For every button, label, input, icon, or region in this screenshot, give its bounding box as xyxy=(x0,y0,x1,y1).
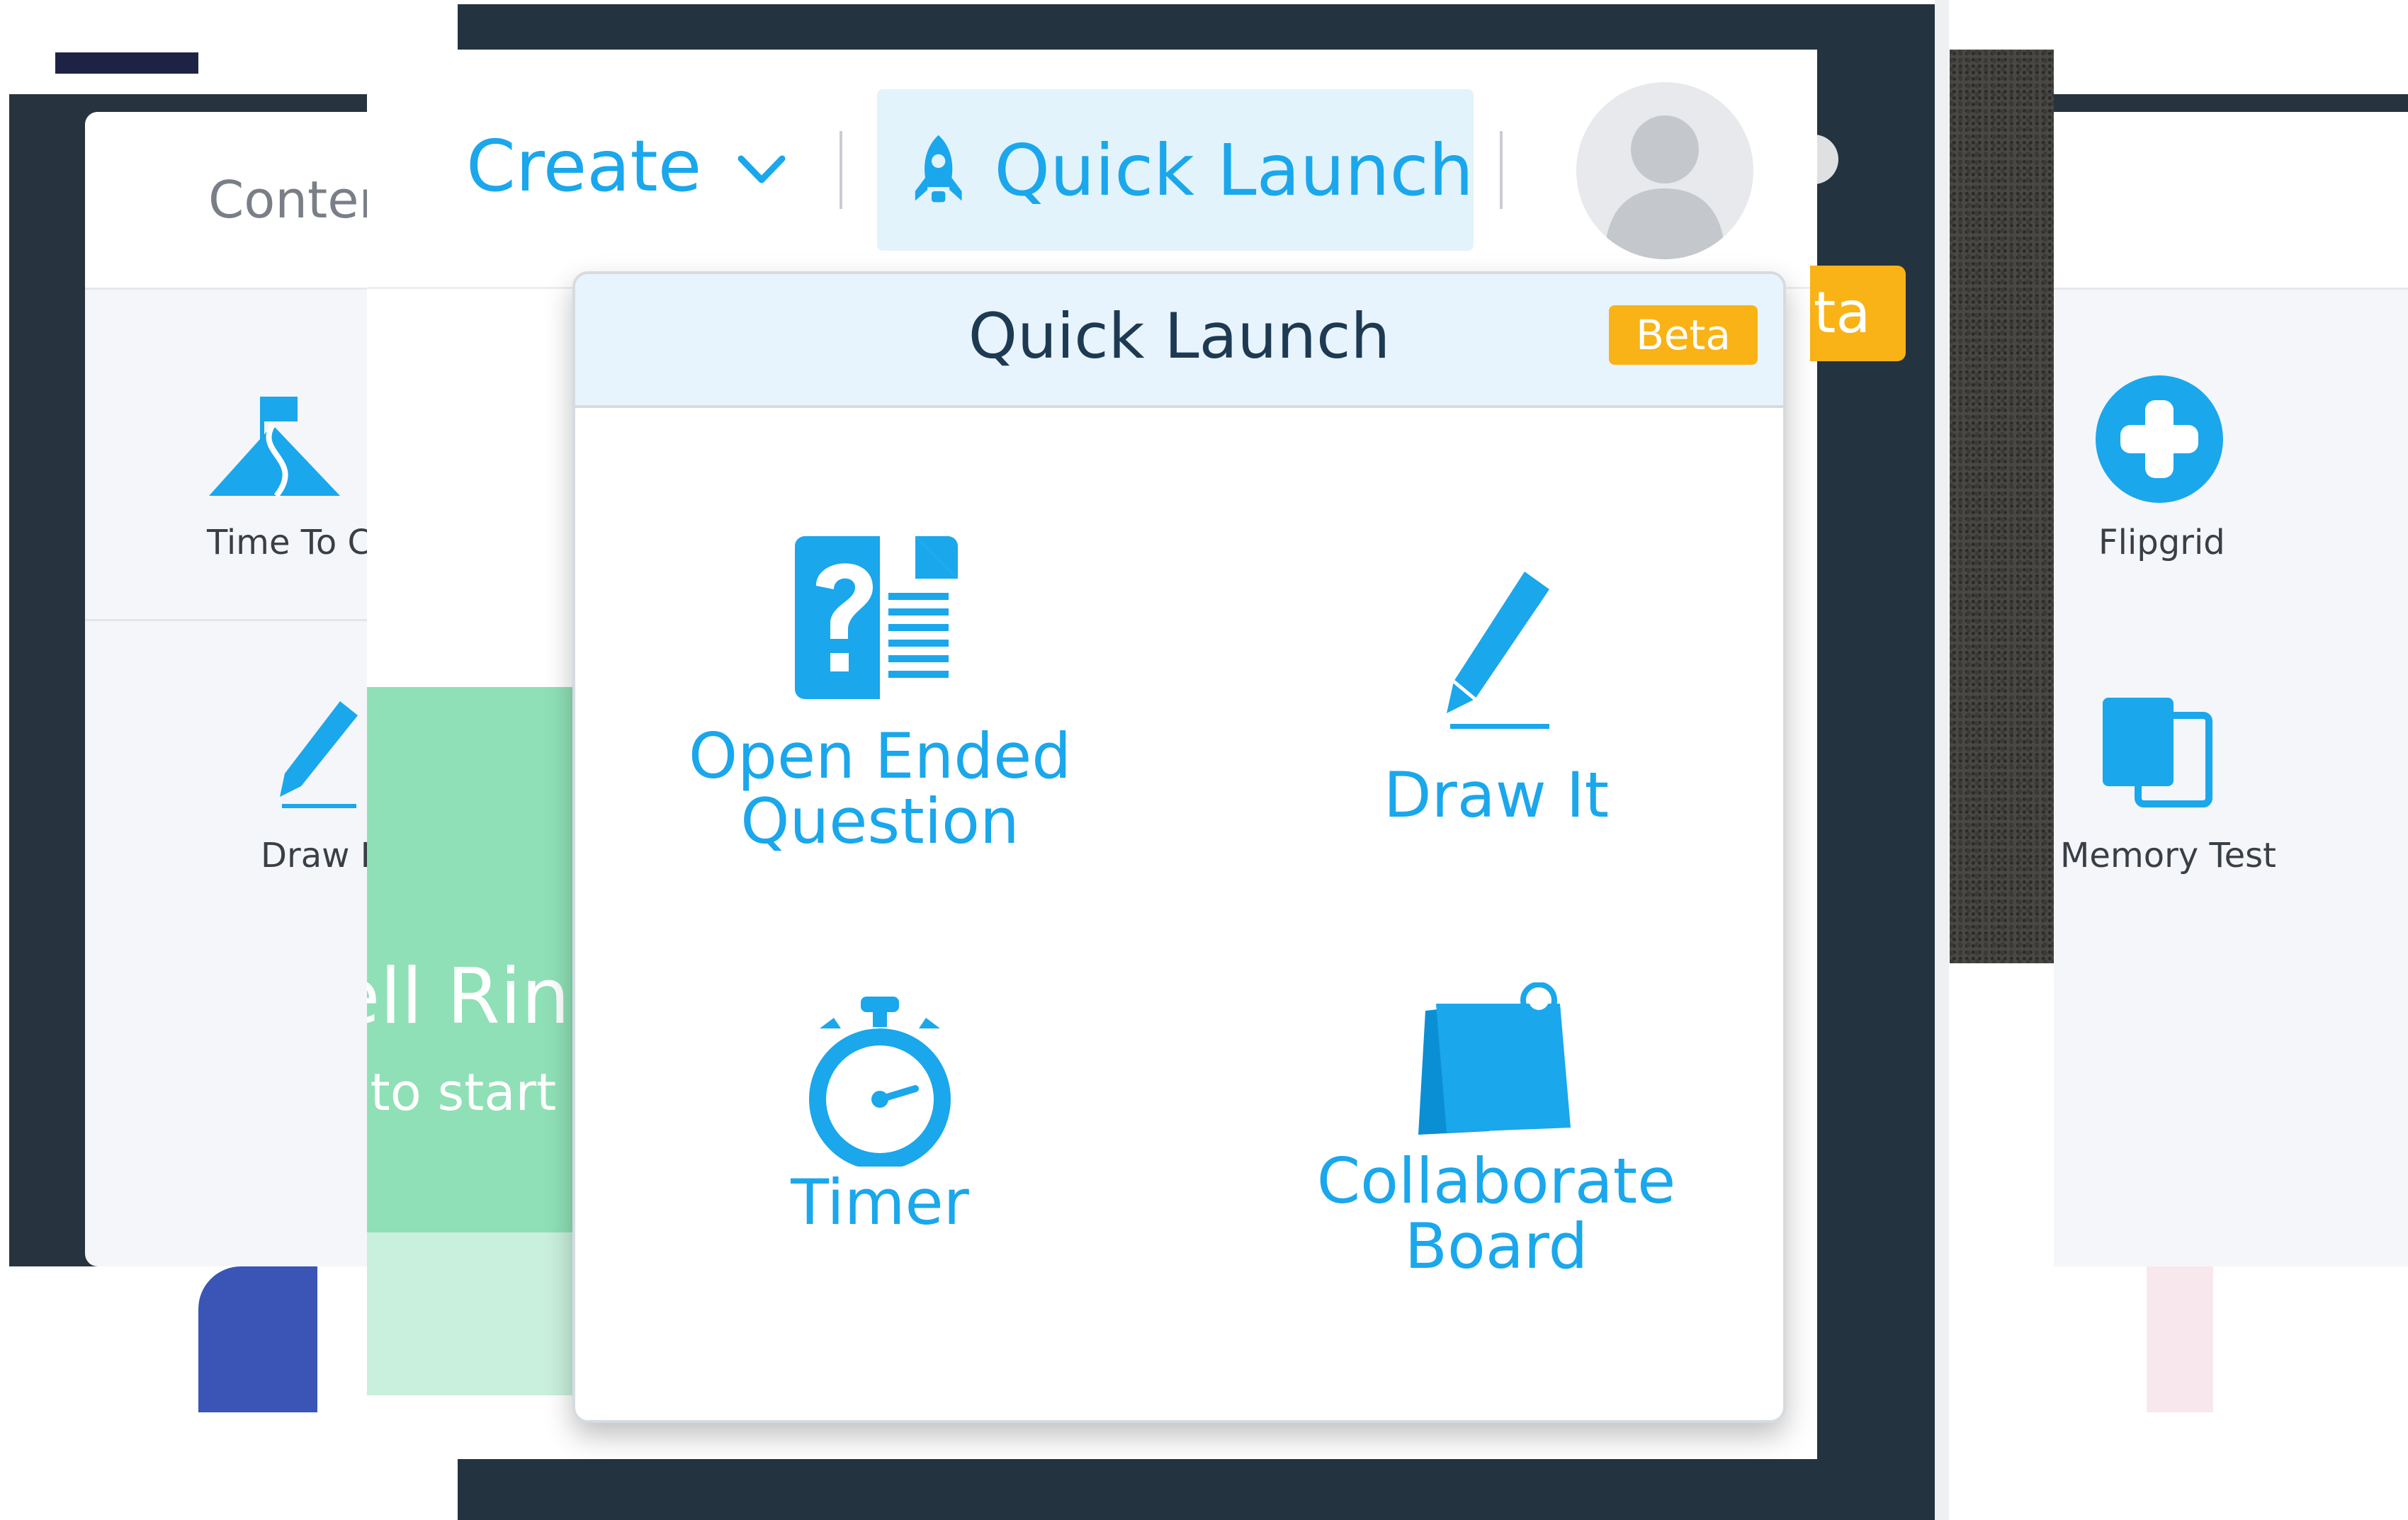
draw-it-label: Draw It xyxy=(1383,759,1610,832)
chevron-down-icon xyxy=(737,155,786,183)
flipgrid-tile[interactable] xyxy=(2096,375,2223,506)
user-icon xyxy=(1605,115,1725,259)
question-document-icon xyxy=(795,536,958,699)
collaborate-board-item[interactable]: Collaborate Board xyxy=(1284,982,1709,1279)
header-separator-2 xyxy=(1500,131,1503,209)
gray-strip xyxy=(1935,0,1949,1520)
pencil-icon xyxy=(1447,572,1549,729)
draw-it-item[interactable]: Draw It xyxy=(1355,572,1638,828)
bell-ringer-text-clip: ell Ring r to start xyxy=(367,687,572,1232)
pinned-board-icon xyxy=(1418,982,1571,1135)
collaborate-board-label: Collaborate Board xyxy=(1316,1145,1676,1283)
memory-test-label: Memory Test xyxy=(2060,836,2276,875)
bell-ringer-subtitle: r to start xyxy=(367,1062,557,1122)
dropdown-header: Quick Launch Beta xyxy=(575,274,1783,408)
header-separator xyxy=(840,131,842,209)
bell-ringer-card-footer xyxy=(367,1232,572,1395)
avatar[interactable] xyxy=(1576,82,1753,259)
pink-card-fragment xyxy=(2147,1266,2213,1412)
rocket-icon xyxy=(915,135,962,203)
left-draw-it-tile[interactable] xyxy=(269,694,368,817)
close-icon[interactable]: × xyxy=(2366,110,2408,208)
dropdown-title: Quick Launch xyxy=(968,300,1391,373)
timer-item[interactable]: Timer xyxy=(738,997,1022,1235)
flipgrid-label: Flipgrid xyxy=(2098,523,2225,562)
timer-label: Timer xyxy=(791,1166,969,1239)
cards-icon xyxy=(2103,698,2212,807)
ghost-circle xyxy=(1789,135,1838,184)
plus-circle-icon xyxy=(2096,375,2223,503)
quick-launch-label: Quick Launch xyxy=(994,128,1474,212)
memory-test-tile[interactable] xyxy=(2103,694,2216,817)
stopwatch-icon xyxy=(809,997,951,1167)
content-tab-label[interactable]: Conter xyxy=(208,170,380,229)
quick-launch-dropdown: Quick Launch Beta Open Ended Question Dr… xyxy=(572,271,1786,1423)
open-ended-question-label: Open Ended Question xyxy=(688,720,1072,858)
time-to-climb-tile[interactable] xyxy=(205,382,347,506)
texture-panel xyxy=(1950,50,2054,963)
right-card-header xyxy=(2054,112,2408,290)
time-to-climb-label: Time To Cl xyxy=(207,523,381,562)
mountain-flag-icon xyxy=(209,397,340,498)
top-navy-bar xyxy=(55,52,198,74)
pencil-icon xyxy=(280,701,358,808)
quick-launch-button[interactable]: Quick Launch xyxy=(877,89,1474,251)
create-label: Create xyxy=(466,125,702,208)
create-menu-button[interactable]: Create xyxy=(466,125,786,208)
blue-card-fragment xyxy=(198,1266,317,1412)
orange-tab-text: ta xyxy=(1814,280,1871,346)
beta-badge: Beta xyxy=(1609,305,1758,365)
left-draw-it-label: Draw It xyxy=(261,836,384,875)
bell-ringer-title: ell Ring xyxy=(367,953,572,1041)
open-ended-question-item[interactable]: Open Ended Question xyxy=(667,536,1092,854)
